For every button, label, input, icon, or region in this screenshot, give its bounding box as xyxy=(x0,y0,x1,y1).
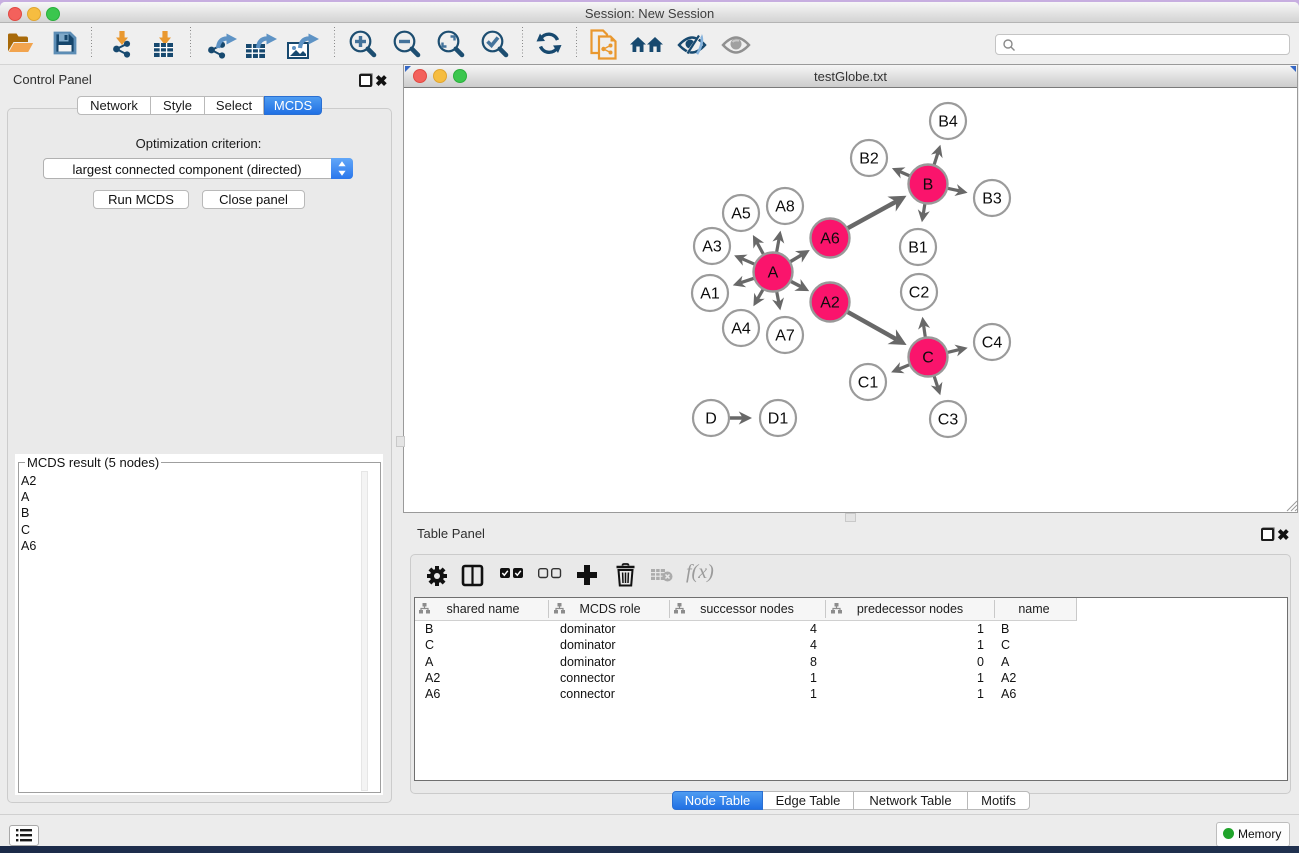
svg-text:A7: A7 xyxy=(775,328,795,345)
svg-text:C3: C3 xyxy=(938,412,959,429)
svg-text:D1: D1 xyxy=(768,411,789,428)
svg-text:C4: C4 xyxy=(982,335,1003,352)
svg-text:A8: A8 xyxy=(775,199,795,216)
svg-text:B4: B4 xyxy=(938,114,958,131)
svg-text:A5: A5 xyxy=(731,206,751,223)
svg-text:B2: B2 xyxy=(859,151,879,168)
svg-text:A4: A4 xyxy=(731,321,751,338)
svg-text:A2: A2 xyxy=(820,295,840,312)
svg-text:C: C xyxy=(922,350,934,367)
svg-text:B3: B3 xyxy=(982,191,1002,208)
svg-text:B: B xyxy=(923,177,934,194)
svg-text:A1: A1 xyxy=(700,286,720,303)
svg-text:C2: C2 xyxy=(909,285,930,302)
svg-text:A3: A3 xyxy=(702,239,722,256)
svg-text:A: A xyxy=(768,265,779,282)
svg-text:C1: C1 xyxy=(858,375,879,392)
svg-text:B1: B1 xyxy=(908,240,928,257)
svg-text:D: D xyxy=(705,411,717,428)
svg-text:A6: A6 xyxy=(820,231,840,248)
